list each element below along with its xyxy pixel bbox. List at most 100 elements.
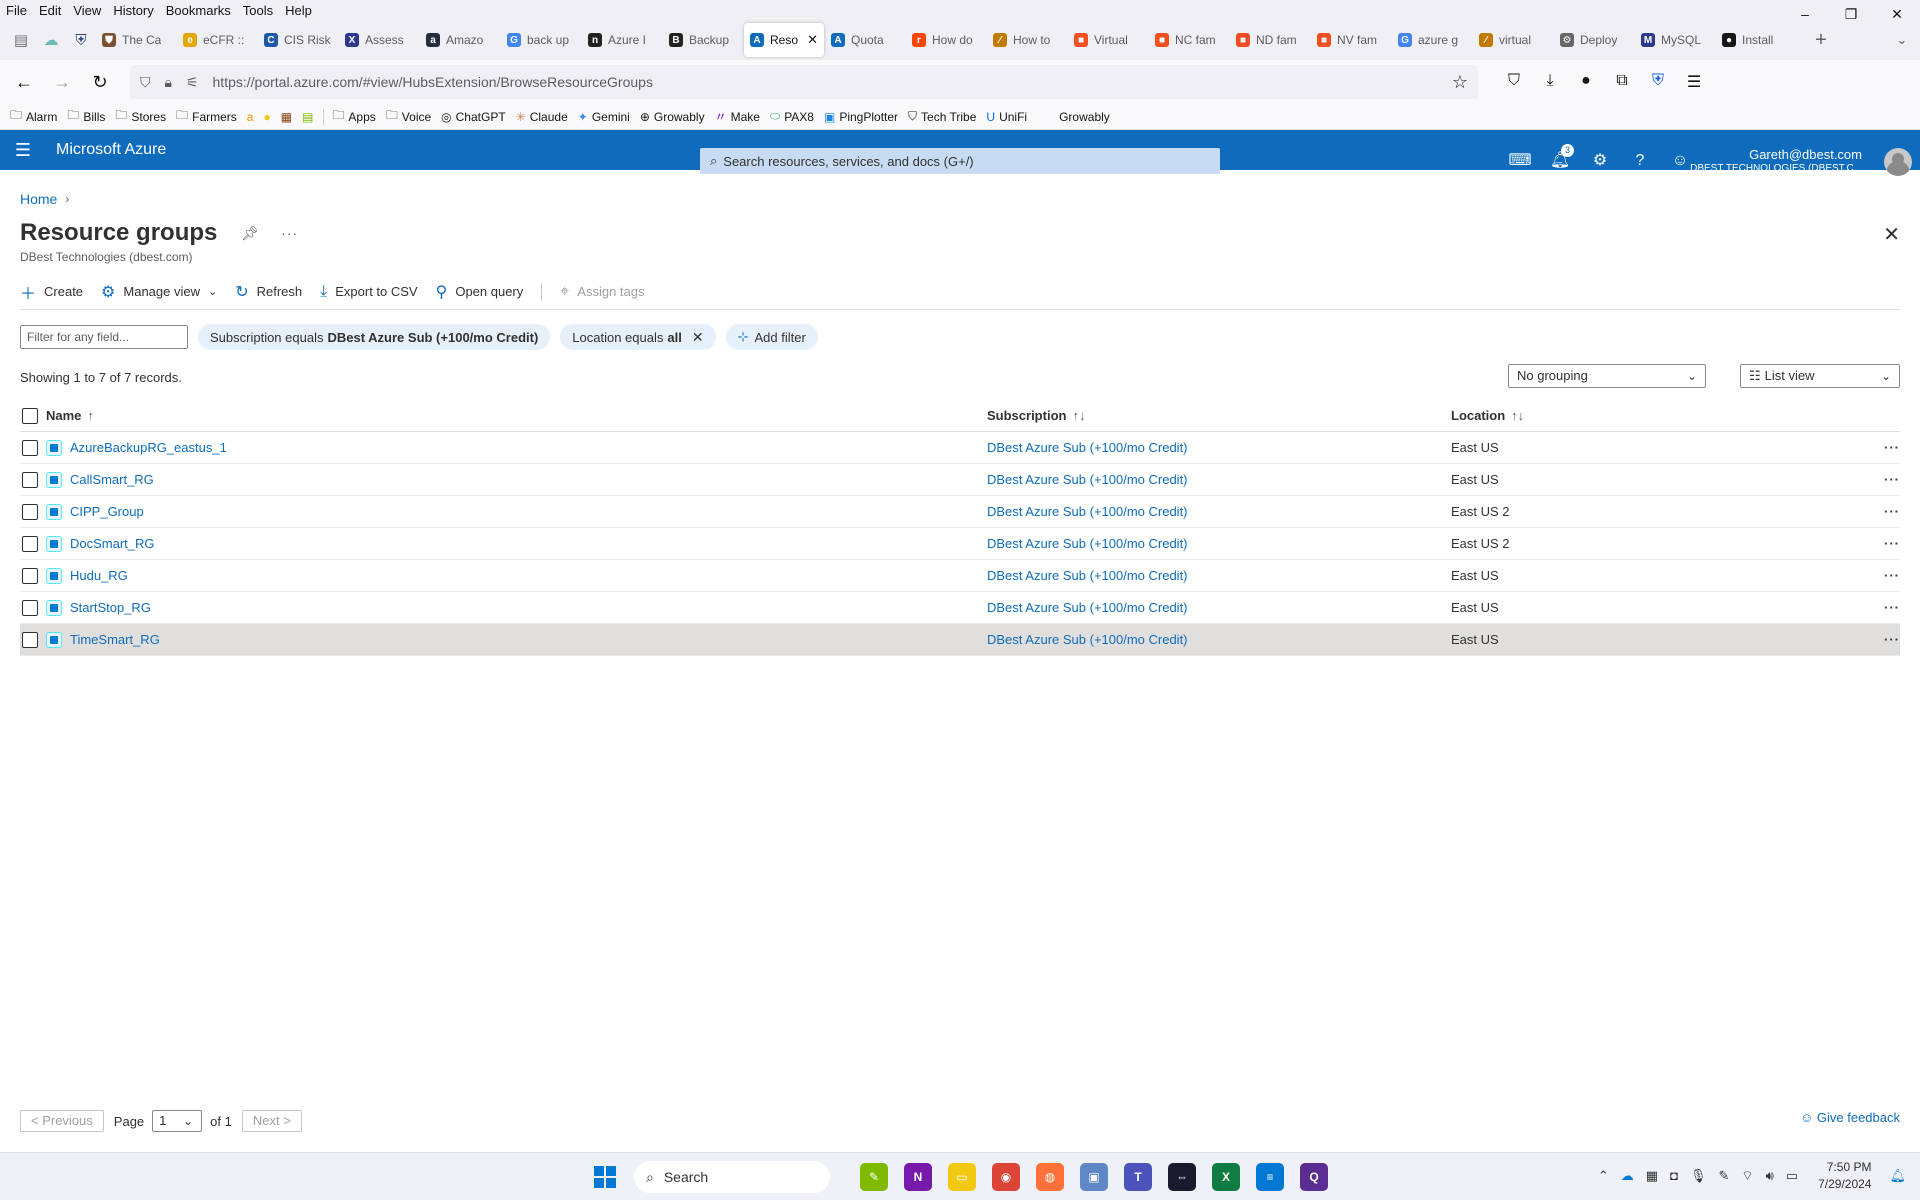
app-icon[interactable]: ▤ [302,110,313,124]
maximize-button[interactable]: ❐ [1828,0,1874,28]
notes-app-icon[interactable]: ✎ [860,1163,888,1191]
bookmark-item[interactable]: 🗀︎ Voice [386,106,431,127]
row-checkbox[interactable] [22,567,38,584]
browser-tab[interactable]: r How do [906,23,986,57]
subscription-filter-pill[interactable]: Subscription equals DBest Azure Sub (+10… [198,324,551,350]
remote-desktop-icon[interactable]: ▣ [1080,1163,1108,1191]
bookmark-item[interactable]: 🗀︎ Stores [115,106,166,127]
taskbar-search[interactable]: ⌕ Search [634,1161,830,1193]
browser-tab[interactable]: Gazure g [1392,23,1472,57]
browser-tab[interactable]: n Azure I [582,23,662,57]
table-row[interactable]: CallSmart_RG DBest Azure Sub (+100/mo Cre… [20,464,1900,496]
menu-help[interactable]: Help [285,3,312,18]
teamviewer-icon[interactable]: ⇔ [1168,1163,1196,1191]
notification-bell-icon[interactable]: 🔔︎ [1889,1168,1906,1184]
chevron-up-icon[interactable]: ⌃ [1598,1168,1609,1184]
bookmark-item[interactable]: ⊕ Growably [640,110,705,124]
menu-edit[interactable]: Edit [39,3,61,18]
remove-filter-icon[interactable]: ✕ [692,329,704,346]
teams-tray-icon[interactable]: ▦ [1646,1168,1658,1184]
browser-tab[interactable]: ■ NV fam [1311,23,1391,57]
onenote-icon[interactable]: N [904,1163,932,1191]
bookmark-item[interactable]: 🗀︎ Farmers [176,106,237,127]
browser-tab[interactable]: e eCFR :: [177,23,257,57]
next-page-button[interactable]: Next > [241,1110,302,1132]
cloud-shell-icon[interactable]: ⌨ [1500,148,1540,174]
browser-tab[interactable]: M MySQL [1635,23,1715,57]
back-button[interactable]: ← [8,66,40,98]
pen-icon[interactable]: ✎ [1718,1168,1729,1184]
address-bar[interactable]: ⛉ 🔒︎ ⚟ https://portal.azure.com/#view/Hu… [130,65,1478,99]
forward-button[interactable]: → [46,66,78,98]
onedrive-icon[interactable]: ☁ [1621,1168,1634,1184]
row-checkbox[interactable] [22,439,38,456]
pocket-icon[interactable]: ⛉ [1496,72,1532,92]
sidebar-toggle-icon[interactable]: ▤ [6,25,36,55]
pin-icon[interactable]: 📌︎ [241,225,259,242]
portal-menu-icon[interactable]: ☰ [0,140,46,161]
subscription-link[interactable]: DBest Azure Sub (+100/mo Credit) [987,632,1188,647]
refresh-button[interactable]: ↻ Refresh [235,282,302,302]
table-row[interactable]: Hudu_RG DBest Azure Sub (+100/mo Credit) E… [20,560,1900,592]
url-text[interactable]: https://portal.azure.com/#view/HubsExten… [213,74,653,90]
previous-page-button[interactable]: < Previous [20,1110,104,1132]
row-more-options-icon[interactable]: ··· [1870,536,1900,551]
browser-tab[interactable]: ■ Virtual [1068,23,1148,57]
close-window-button[interactable]: ✕ [1874,0,1920,28]
row-checkbox[interactable] [22,535,38,552]
downloads-icon[interactable]: ⤓ [1532,72,1568,92]
close-tab-icon[interactable]: ✕ [807,32,818,48]
bookmark-item[interactable]: ✳ Claude [516,110,568,124]
app-icon[interactable]: Q [1300,1163,1328,1191]
clock[interactable]: 7:50 PM 7/29/2024 [1818,1159,1871,1193]
chrome-icon[interactable]: ◉ [992,1163,1020,1191]
row-checkbox[interactable] [22,599,38,616]
browser-tab[interactable]: A Reso ✕ [744,23,824,57]
bookmark-item[interactable]: 🗀︎ Apps [332,106,375,127]
filter-input[interactable]: Filter for any field... [20,325,188,349]
amazon-icon[interactable]: a [247,110,254,124]
view-mode-dropdown[interactable]: ☷ List view ⌄ [1740,364,1900,388]
bookmark-item[interactable]: ⛉ Tech Tribe [908,109,976,124]
extensions-icon[interactable]: ⧉ [1604,72,1640,92]
browser-tab[interactable]: ⁄ How to [987,23,1067,57]
more-options-icon[interactable]: ··· [281,225,298,241]
bookmark-item[interactable]: 🗀︎ Alarm [10,106,57,127]
row-checkbox[interactable] [22,503,38,520]
browser-tab[interactable]: B Backup [663,23,743,57]
export-csv-button[interactable]: ⤓ Export to CSV [320,283,417,301]
menu-view[interactable]: View [73,3,101,18]
give-feedback-link[interactable]: ☺ Give feedback [1800,1110,1900,1125]
subscription-link[interactable]: DBest Azure Sub (+100/mo Credit) [987,440,1188,455]
excel-icon[interactable]: X [1212,1163,1240,1191]
bookmark-item[interactable]: Growably [1055,110,1110,124]
file-explorer-icon[interactable]: ▭ [948,1163,976,1191]
row-more-options-icon[interactable]: ··· [1870,504,1900,519]
minimize-button[interactable]: – [1782,0,1828,28]
bookmark-item[interactable]: ✦ Gemini [578,110,630,124]
avatar[interactable] [1884,148,1912,176]
subscription-link[interactable]: DBest Azure Sub (+100/mo Credit) [987,472,1188,487]
resource-group-name-link[interactable]: CallSmart_RG [70,472,154,487]
browser-tab[interactable]: A Quota [825,23,905,57]
column-name[interactable]: Name ↑ [46,408,987,423]
subscription-link[interactable]: DBest Azure Sub (+100/mo Credit) [987,568,1188,583]
sort-icon[interactable]: ↑ [87,408,94,423]
resource-group-name-link[interactable]: DocSmart_RG [70,536,155,551]
menu-tools[interactable]: Tools [243,3,273,18]
row-more-options-icon[interactable]: ··· [1870,568,1900,583]
sort-icon[interactable]: ↑↓ [1072,408,1085,423]
shield-icon[interactable]: ⛨ [66,25,96,55]
list-tabs-button[interactable]: ⌄ [1884,32,1920,48]
row-more-options-icon[interactable]: ··· [1870,632,1900,647]
add-filter-button[interactable]: ⊹ Add filter [725,324,818,350]
resource-group-name-link[interactable]: StartStop_RG [70,600,151,615]
teams-icon[interactable]: T [1124,1163,1152,1191]
bitwarden-icon[interactable]: ⛨ [1640,72,1676,92]
browser-tab[interactable]: X Assess [339,23,419,57]
row-checkbox[interactable] [22,631,38,648]
browser-tab[interactable]: C CIS Risk [258,23,338,57]
firefox-icon[interactable]: ◍ [1036,1163,1064,1191]
bookmark-item[interactable]: ⬭ PAX8 [770,109,814,124]
browser-tab[interactable]: a Amazo [420,23,500,57]
